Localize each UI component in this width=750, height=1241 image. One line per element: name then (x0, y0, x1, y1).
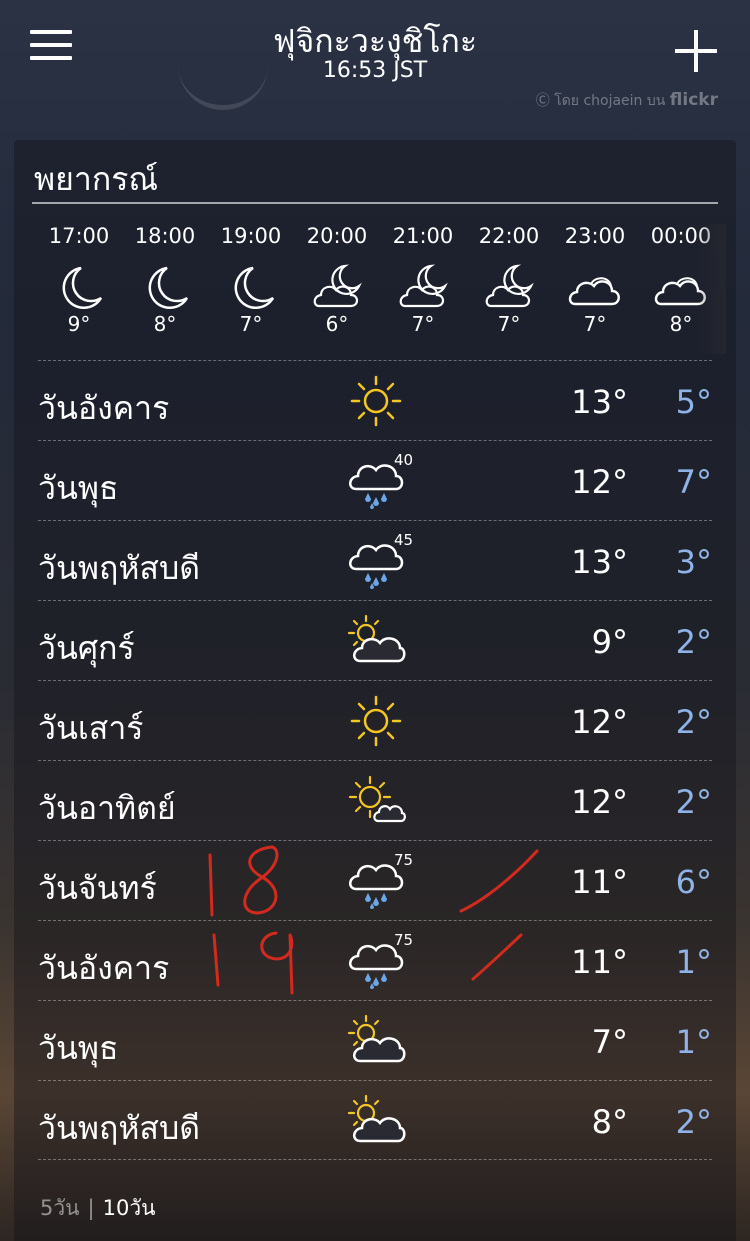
low-temp: 3° (675, 543, 712, 581)
partly-cloudy-icon (347, 614, 406, 663)
copyright-icon: Ⓒ (535, 93, 555, 109)
hourly-time: 20:00 (306, 224, 368, 248)
daily-forecast-row[interactable]: วันเสาร์ 12° 2° (38, 680, 712, 760)
daily-forecast-row[interactable]: วันพฤหัสบดี 45 13° 3° (38, 520, 712, 600)
toggle-separator: | (87, 1196, 95, 1220)
header: ฟุจิกะวะงุชิโกะ 16:53 JST Ⓒ โดย chojaein… (0, 0, 750, 130)
hourly-time: 22:00 (478, 224, 540, 248)
day-name: วันอังคาร (38, 949, 170, 987)
low-temp: 7° (675, 463, 712, 501)
high-temp: 9° (591, 623, 628, 661)
partly-cloudy-night-icon (485, 264, 534, 308)
add-location-icon[interactable] (672, 28, 720, 76)
hourly-time: 18:00 (134, 224, 196, 248)
hourly-item: 18:00 8° (122, 224, 208, 336)
partly-cloudy-night-icon (399, 264, 448, 308)
hourly-forecast[interactable]: 17:00 9° 18:00 8° 19:00 7° 20:00 6° 21:00 7° 22:00… (36, 224, 726, 354)
low-temp: 2° (675, 703, 712, 741)
cloudy-icon (568, 277, 620, 306)
partly-cloudy-icon (347, 1014, 406, 1063)
photo-credit[interactable]: Ⓒ โดย chojaein บน flickr (536, 90, 718, 112)
high-temp: 8° (591, 1103, 628, 1141)
hourly-temp: 8° (153, 312, 177, 336)
hourly-temp: 9° (67, 312, 91, 336)
daily-forecast-row[interactable]: วันอังคาร 75 11° 1° (38, 920, 712, 1000)
precip-chance: 45 (394, 531, 414, 549)
partly-cloudy-icon (347, 1094, 406, 1143)
photo-credit-text: โดย chojaein บน (554, 93, 666, 109)
hourly-item: 20:00 6° (294, 224, 380, 336)
moon-icon (234, 266, 275, 310)
daily-forecast-row[interactable]: วันอาทิตย์ 12° 2° (38, 760, 712, 840)
photo-source: flickr (669, 90, 718, 110)
high-temp: 11° (571, 943, 628, 981)
daily-forecast-list: วันอังคาร 13° 5° วันพุธ 40 12° 7° วันพฤหัสบดี 45… (38, 360, 712, 1160)
high-temp: 13° (571, 383, 628, 421)
low-temp: 1° (675, 943, 712, 981)
daily-forecast-row[interactable]: วันศุกร์ 9° 2° (38, 600, 712, 680)
moon-icon (62, 266, 103, 310)
hourly-temp: 7° (411, 312, 435, 336)
hourly-item: 17:00 9° (36, 224, 122, 336)
mostly-sunny-icon (348, 775, 406, 823)
high-temp: 12° (571, 783, 628, 821)
day-name: วันเสาร์ (38, 709, 144, 747)
hourly-temp: 7° (497, 312, 521, 336)
hourly-time: 23:00 (564, 224, 626, 248)
hourly-item: 21:00 7° (380, 224, 466, 336)
low-temp: 5° (675, 383, 712, 421)
precip-chance: 40 (394, 451, 414, 469)
low-temp: 1° (675, 1023, 712, 1061)
day-name: วันอาทิตย์ (38, 789, 176, 827)
daily-forecast-row[interactable]: วันพุธ 40 12° 7° (38, 440, 712, 520)
range-toggle: 5วัน | 10วัน (40, 1192, 155, 1225)
day-name: วันศุกร์ (38, 629, 135, 667)
high-temp: 12° (571, 463, 628, 501)
hourly-item: 22:00 7° (466, 224, 552, 336)
hourly-item: 23:00 7° (552, 224, 638, 336)
hourly-time: 21:00 (392, 224, 454, 248)
high-temp: 11° (571, 863, 628, 901)
sunny-icon (350, 375, 402, 427)
ten-day-toggle[interactable]: 10วัน (103, 1196, 156, 1220)
daily-forecast-row[interactable]: วันพฤหัสบดี 8° 2° (38, 1080, 712, 1160)
moon-icon (148, 266, 189, 310)
precip-chance: 75 (394, 931, 414, 949)
five-day-toggle[interactable]: 5วัน (40, 1196, 80, 1220)
daily-forecast-row[interactable]: วันพุธ 7° 1° (38, 1000, 712, 1080)
hourly-temp: 6° (325, 312, 349, 336)
scroll-fade (696, 224, 726, 354)
daily-forecast-row[interactable]: วันจันทร์ 75 11° 6° (38, 840, 712, 920)
hourly-item: 19:00 7° (208, 224, 294, 336)
forecast-panel: พยากรณ์ 17:00 9° 18:00 8° 19:00 7° 20:00 6° 21:0… (14, 140, 736, 1241)
divider (32, 202, 718, 204)
hourly-time: 19:00 (220, 224, 282, 248)
partly-cloudy-night-icon (313, 264, 362, 308)
high-temp: 7° (591, 1023, 628, 1061)
hourly-time: 17:00 (48, 224, 110, 248)
high-temp: 12° (571, 703, 628, 741)
day-name: วันพุธ (38, 1029, 119, 1067)
hourly-temp: 7° (583, 312, 607, 336)
low-temp: 6° (675, 863, 712, 901)
day-name: วันพุธ (38, 469, 119, 507)
sunny-icon (350, 695, 402, 747)
low-temp: 2° (675, 623, 712, 661)
local-time: 16:53 JST (322, 58, 428, 83)
daily-forecast-row[interactable]: วันอังคาร 13° 5° (38, 360, 712, 440)
hourly-temp: 7° (239, 312, 263, 336)
low-temp: 2° (675, 1103, 712, 1141)
day-name: วันพฤหัสบดี (38, 549, 201, 587)
low-temp: 2° (675, 783, 712, 821)
day-name: วันจันทร์ (38, 869, 157, 907)
forecast-title: พยากรณ์ (34, 160, 159, 198)
high-temp: 13° (571, 543, 628, 581)
day-name: วันอังคาร (38, 389, 170, 427)
day-name: วันพฤหัสบดี (38, 1109, 201, 1147)
precip-chance: 75 (394, 851, 414, 869)
